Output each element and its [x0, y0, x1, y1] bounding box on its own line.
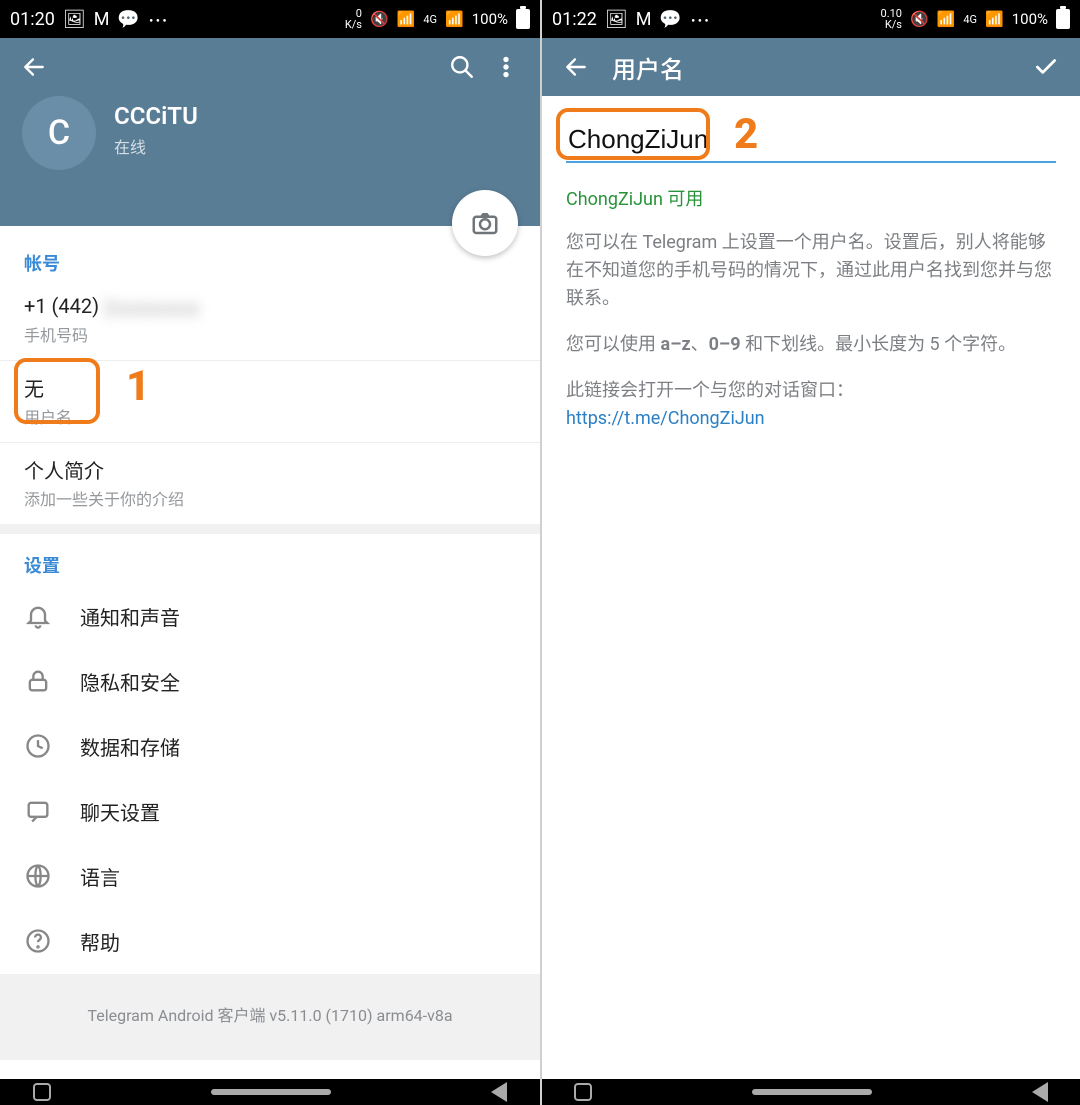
- globe-icon: [24, 862, 52, 890]
- search-icon: [449, 54, 475, 80]
- setting-label: 聊天设置: [80, 797, 160, 826]
- help-icon: [24, 927, 52, 955]
- section-gap: [0, 524, 540, 534]
- status-time: 01:22: [552, 9, 597, 30]
- username-sub: 用户名: [24, 404, 516, 428]
- setting-chat[interactable]: 聊天设置: [0, 779, 540, 844]
- camera-icon: [470, 208, 500, 238]
- avatar[interactable]: C: [22, 96, 96, 170]
- lock-icon: [24, 667, 52, 695]
- status-speed: 0.10 K/s: [881, 8, 902, 30]
- signal-icon: 📶: [445, 10, 464, 28]
- status-net1: 4G: [423, 13, 437, 26]
- settings-section: 设置 通知和声音 隐私和安全 数据和存储 聊天设置 语言 帮助: [0, 534, 540, 974]
- description-1: 您可以在 Telegram 上设置一个用户名。设置后，别人将能够在不知道您的手机…: [566, 229, 1056, 313]
- mute-icon: 🔇: [370, 10, 389, 28]
- chat-icon: [24, 797, 52, 825]
- wifi-icon: 📶: [397, 10, 416, 28]
- bio-sub: 添加一些关于你的介绍: [24, 486, 516, 510]
- right-pane: 01:22 🖼 M 💬 0.10 K/s 🔇 📶 4G 📶 100% 用户名: [540, 0, 1080, 1105]
- description-2: 您可以使用 a–z、0–9 和下划线。最小长度为 5 个字符。: [566, 331, 1056, 359]
- header: 用户名: [542, 38, 1080, 96]
- confirm-button[interactable]: [1024, 45, 1068, 89]
- annotation-1: 1: [126, 362, 150, 411]
- overflow-button[interactable]: [484, 45, 528, 89]
- profile-header: C CCCiTU 在线: [0, 38, 540, 226]
- status-bar: 01:22 🖼 M 💬 0.10 K/s 🔇 📶 4G 📶 100%: [542, 0, 1080, 38]
- wifi-icon: 📶: [937, 10, 956, 28]
- status-time: 01:20: [10, 9, 55, 30]
- arrow-left-icon: [563, 54, 589, 80]
- phone-blurred: 2xxxxxxx: [104, 296, 201, 320]
- status-bar: 01:20 🖼 M 💬 0 K/s 🔇 📶 4G 📶 100%: [0, 0, 540, 38]
- row-bio[interactable]: 个人简介 添加一些关于你的介绍: [0, 443, 540, 524]
- more-icon: [148, 5, 168, 34]
- battery-icon: [1056, 9, 1070, 29]
- check-icon: [1033, 54, 1059, 80]
- dots-vertical-icon: [493, 54, 519, 80]
- more-icon: [690, 5, 710, 34]
- left-pane: 01:20 🖼 M 💬 0 K/s 🔇 📶 4G 📶 100%: [0, 0, 540, 1105]
- clock-icon: [24, 732, 52, 760]
- status-net: 4G: [963, 13, 977, 26]
- back-nav-icon[interactable]: [491, 1082, 507, 1102]
- recents-icon[interactable]: [574, 1083, 592, 1101]
- row-phone[interactable]: +1 (442) 2xxxxxxx 手机号码: [0, 282, 540, 361]
- setting-language[interactable]: 语言: [0, 844, 540, 909]
- profile-link[interactable]: https://t.me/ChongZiJun: [566, 408, 1056, 429]
- camera-fab[interactable]: [452, 190, 518, 256]
- username-value: 无: [24, 373, 516, 402]
- arrow-left-icon: [21, 54, 47, 80]
- mail-icon: M: [636, 9, 652, 30]
- image-icon: 🖼: [63, 9, 86, 30]
- setting-label: 通知和声音: [80, 602, 180, 631]
- annotation-2: 2: [734, 110, 758, 159]
- bell-icon: [24, 602, 52, 630]
- profile-name: CCCiTU: [114, 102, 198, 130]
- availability-text: ChongZiJun 可用: [566, 185, 1056, 211]
- mail-icon: M: [94, 9, 110, 30]
- link-intro: 此链接会打开一个与您的对话窗口：: [566, 377, 1056, 405]
- account-section: 帐号 +1 (442) 2xxxxxxx 手机号码 无 用户名 个人简介 添加一…: [0, 226, 540, 524]
- back-button[interactable]: [554, 45, 598, 89]
- setting-label: 帮助: [80, 927, 120, 956]
- bio-title: 个人简介: [24, 455, 516, 484]
- settings-header: 设置: [0, 534, 540, 584]
- back-button[interactable]: [12, 45, 56, 89]
- home-icon[interactable]: [211, 1089, 331, 1095]
- setting-help[interactable]: 帮助: [0, 909, 540, 974]
- image-icon: 🖼: [605, 9, 628, 30]
- mute-icon: 🔇: [910, 10, 929, 28]
- setting-data[interactable]: 数据和存储: [0, 714, 540, 779]
- battery-icon: [516, 9, 530, 29]
- profile-status: 在线: [114, 134, 146, 158]
- signal-icon: 📶: [985, 10, 1004, 28]
- phone-sub: 手机号码: [24, 322, 516, 346]
- username-input[interactable]: [566, 116, 1056, 163]
- setting-notifications[interactable]: 通知和声音: [0, 584, 540, 649]
- home-icon[interactable]: [752, 1089, 872, 1095]
- chat-bubble-icon: 💬: [117, 9, 139, 30]
- version-label: Telegram Android 客户端 v5.11.0 (1710) arm6…: [0, 974, 540, 1060]
- nav-bar: [0, 1079, 540, 1105]
- status-battery-pct: 100%: [1012, 10, 1048, 28]
- setting-privacy[interactable]: 隐私和安全: [0, 649, 540, 714]
- nav-bar: [542, 1079, 1080, 1105]
- chat-bubble-icon: 💬: [659, 9, 681, 30]
- content: ChongZiJun 可用 您可以在 Telegram 上设置一个用户名。设置后…: [542, 96, 1080, 449]
- setting-label: 数据和存储: [80, 732, 180, 761]
- phone-prefix: +1 (442): [24, 294, 104, 318]
- search-button[interactable]: [440, 45, 484, 89]
- status-speed: 0 K/s: [345, 8, 362, 30]
- header-title: 用户名: [612, 50, 1024, 85]
- back-nav-icon[interactable]: [1032, 1082, 1048, 1102]
- row-username[interactable]: 无 用户名: [0, 361, 540, 443]
- setting-label: 语言: [80, 862, 120, 891]
- recents-icon[interactable]: [33, 1083, 51, 1101]
- status-battery-pct: 100%: [472, 10, 508, 28]
- setting-label: 隐私和安全: [80, 667, 180, 696]
